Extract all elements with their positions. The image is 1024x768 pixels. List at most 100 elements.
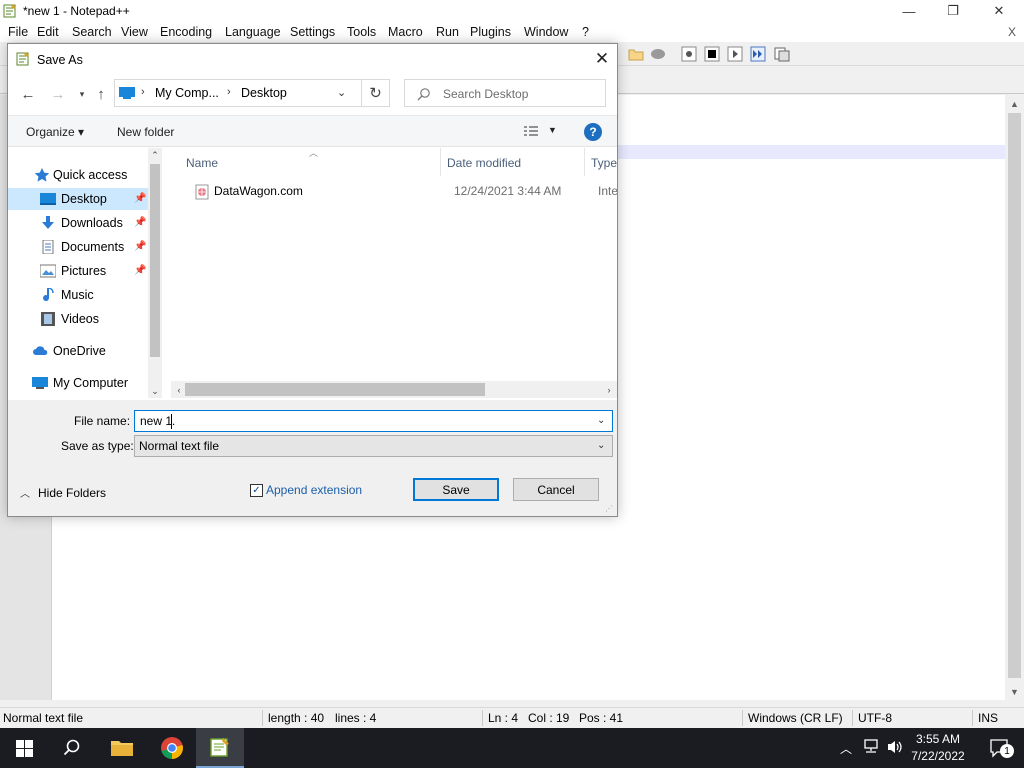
menu-macro[interactable]: Macro xyxy=(388,25,423,39)
restore-button[interactable]: ❐ xyxy=(930,0,976,22)
column-header-date-modified[interactable]: Date modified xyxy=(447,156,521,170)
menu-edit[interactable]: Edit xyxy=(37,25,59,39)
search-input[interactable]: Search Desktop xyxy=(404,79,606,107)
nav-item-my-computer[interactable]: My Computer xyxy=(8,372,148,394)
navigation-pane: Quick access Desktop 📌 Downloads 📌 Docum… xyxy=(8,148,162,398)
breadcrumb-chevron-icon[interactable]: › xyxy=(227,86,231,98)
column-header-type[interactable]: Type xyxy=(591,156,617,170)
record-macro-icon[interactable] xyxy=(681,46,697,62)
volume-icon[interactable] xyxy=(886,739,904,755)
back-arrow-icon[interactable]: ← xyxy=(18,85,38,103)
resize-grip-icon[interactable]: ⋰ xyxy=(605,504,613,513)
app-title-bar: *new 1 - Notepad++ — ❐ ✕ xyxy=(0,0,1024,22)
refresh-icon[interactable]: ↻ xyxy=(362,79,390,107)
menu-settings[interactable]: Settings xyxy=(290,25,335,39)
scroll-right-chevron-icon[interactable]: › xyxy=(601,381,617,398)
scrollbar-thumb[interactable] xyxy=(185,383,485,396)
nav-item-documents[interactable]: Documents 📌 xyxy=(8,236,148,258)
show-hidden-icons-chevron-icon[interactable]: ︿ xyxy=(840,740,852,757)
new-folder-button[interactable]: New folder xyxy=(117,125,174,139)
file-list[interactable]: ︿ Name Date modified Type DataWagon.com … xyxy=(164,148,617,398)
up-arrow-icon[interactable]: ↑ xyxy=(91,85,111,103)
editor-vertical-scrollbar[interactable]: ▲ ▼ xyxy=(1005,95,1024,700)
scroll-up-arrow-icon[interactable]: ▲ xyxy=(1005,95,1024,112)
menu-encoding[interactable]: Encoding xyxy=(160,25,212,39)
menu-search[interactable]: Search xyxy=(72,25,112,39)
recent-locations-chevron-icon[interactable]: ▾ xyxy=(72,85,92,103)
comment-icon[interactable] xyxy=(650,46,666,62)
close-window-button[interactable]: ✕ xyxy=(976,0,1022,22)
notepad-plus-plus-taskbar-button[interactable] xyxy=(196,728,244,768)
organize-button[interactable]: Organize ▾ xyxy=(26,125,84,139)
nav-item-downloads[interactable]: Downloads 📌 xyxy=(8,212,148,234)
menu-plugins[interactable]: Plugins xyxy=(470,25,511,39)
menu-help[interactable]: ? xyxy=(582,25,589,39)
address-dropdown-chevron-icon[interactable]: ⌄ xyxy=(337,86,346,99)
nav-item-desktop[interactable]: Desktop 📌 xyxy=(8,188,148,210)
file-name-dropdown-chevron-icon[interactable]: ⌄ xyxy=(597,415,605,426)
minimize-button[interactable]: — xyxy=(886,0,932,22)
save-as-type-dropdown-chevron-icon[interactable]: ⌄ xyxy=(597,440,605,451)
window-title: *new 1 - Notepad++ xyxy=(23,4,130,18)
play-macro-icon[interactable] xyxy=(727,46,743,62)
view-dropdown-chevron-icon[interactable]: ▼ xyxy=(548,125,557,135)
search-taskbar-button[interactable] xyxy=(48,728,96,768)
videos-icon xyxy=(41,312,55,326)
chrome-taskbar-button[interactable] xyxy=(148,728,196,768)
file-explorer-taskbar-button[interactable] xyxy=(98,728,146,768)
file-name-input[interactable]: new 1. ⌄ xyxy=(134,410,613,432)
breadcrumb-desktop[interactable]: Desktop xyxy=(241,86,287,100)
nav-item-quick-access[interactable]: Quick access xyxy=(8,164,148,186)
checkmark-icon: ✓ xyxy=(250,484,263,497)
action-center-button[interactable]: 1 xyxy=(976,728,1024,768)
column-header-name[interactable]: Name xyxy=(186,156,218,170)
file-list-horizontal-scrollbar[interactable]: ‹ › xyxy=(171,381,617,398)
menu-run[interactable]: Run xyxy=(436,25,459,39)
view-options-icon[interactable] xyxy=(523,125,539,138)
nav-item-music[interactable]: Music xyxy=(8,284,148,306)
scrollbar-thumb[interactable] xyxy=(150,164,160,357)
menu-tools[interactable]: Tools xyxy=(347,25,376,39)
pin-icon: 📌 xyxy=(134,241,147,252)
save-as-type-select[interactable]: Normal text file ⌄ xyxy=(134,435,613,457)
menu-language[interactable]: Language xyxy=(225,25,281,39)
menu-view[interactable]: View xyxy=(121,25,148,39)
status-line-number: Ln : 4 xyxy=(488,711,519,725)
notepad-plus-plus-icon xyxy=(16,52,29,66)
chevron-up-icon: ︿ xyxy=(20,489,30,500)
cancel-button[interactable]: Cancel xyxy=(513,478,599,501)
system-clock[interactable]: 3:55 AM 7/22/2022 xyxy=(905,731,971,765)
menu-file[interactable]: File xyxy=(8,25,28,39)
dialog-close-button[interactable]: ✕ xyxy=(586,46,618,72)
nav-pane-scrollbar[interactable]: ⌃ ⌄ xyxy=(148,148,162,398)
breadcrumb-chevron-icon[interactable]: › xyxy=(141,86,145,98)
nav-item-pictures[interactable]: Pictures 📌 xyxy=(8,260,148,282)
computer-icon xyxy=(32,377,48,389)
scrollbar-thumb[interactable] xyxy=(1008,113,1021,678)
nav-item-videos[interactable]: Videos xyxy=(8,308,148,330)
status-eol: Windows (CR LF) xyxy=(748,711,843,725)
save-button[interactable]: Save xyxy=(413,478,499,501)
taskbar: ︿ 3:55 AM 7/22/2022 1 xyxy=(0,728,1024,768)
nav-item-onedrive[interactable]: OneDrive xyxy=(8,340,148,362)
scroll-down-chevron-icon[interactable]: ⌄ xyxy=(148,384,162,398)
scroll-up-chevron-icon[interactable]: ⌃ xyxy=(148,148,162,162)
address-bar[interactable]: › My Comp... › Desktop ⌄ xyxy=(114,79,362,107)
menu-window[interactable]: Window xyxy=(524,25,568,39)
save-macro-icon[interactable] xyxy=(774,46,790,62)
pin-icon: 📌 xyxy=(134,193,147,204)
network-icon[interactable] xyxy=(862,739,880,755)
save-as-type-value: Normal text file xyxy=(139,439,220,453)
run-macro-multiple-icon[interactable] xyxy=(750,46,766,62)
start-button[interactable] xyxy=(0,728,48,768)
breadcrumb-my-computer[interactable]: My Comp... xyxy=(155,86,219,100)
menu-bar: File Edit Search View Encoding Language … xyxy=(0,22,1024,42)
scroll-down-arrow-icon[interactable]: ▼ xyxy=(1005,683,1024,700)
forward-arrow-icon[interactable]: → xyxy=(48,85,68,103)
folder-icon[interactable] xyxy=(628,46,644,62)
command-bar: Organize ▾ New folder ▼ ? xyxy=(8,115,617,147)
stop-macro-icon[interactable] xyxy=(704,46,720,62)
file-row[interactable]: DataWagon.com 12/24/2021 3:44 AM Intern xyxy=(182,182,617,202)
help-icon[interactable]: ? xyxy=(584,123,602,141)
close-document-button[interactable]: X xyxy=(1008,25,1016,39)
